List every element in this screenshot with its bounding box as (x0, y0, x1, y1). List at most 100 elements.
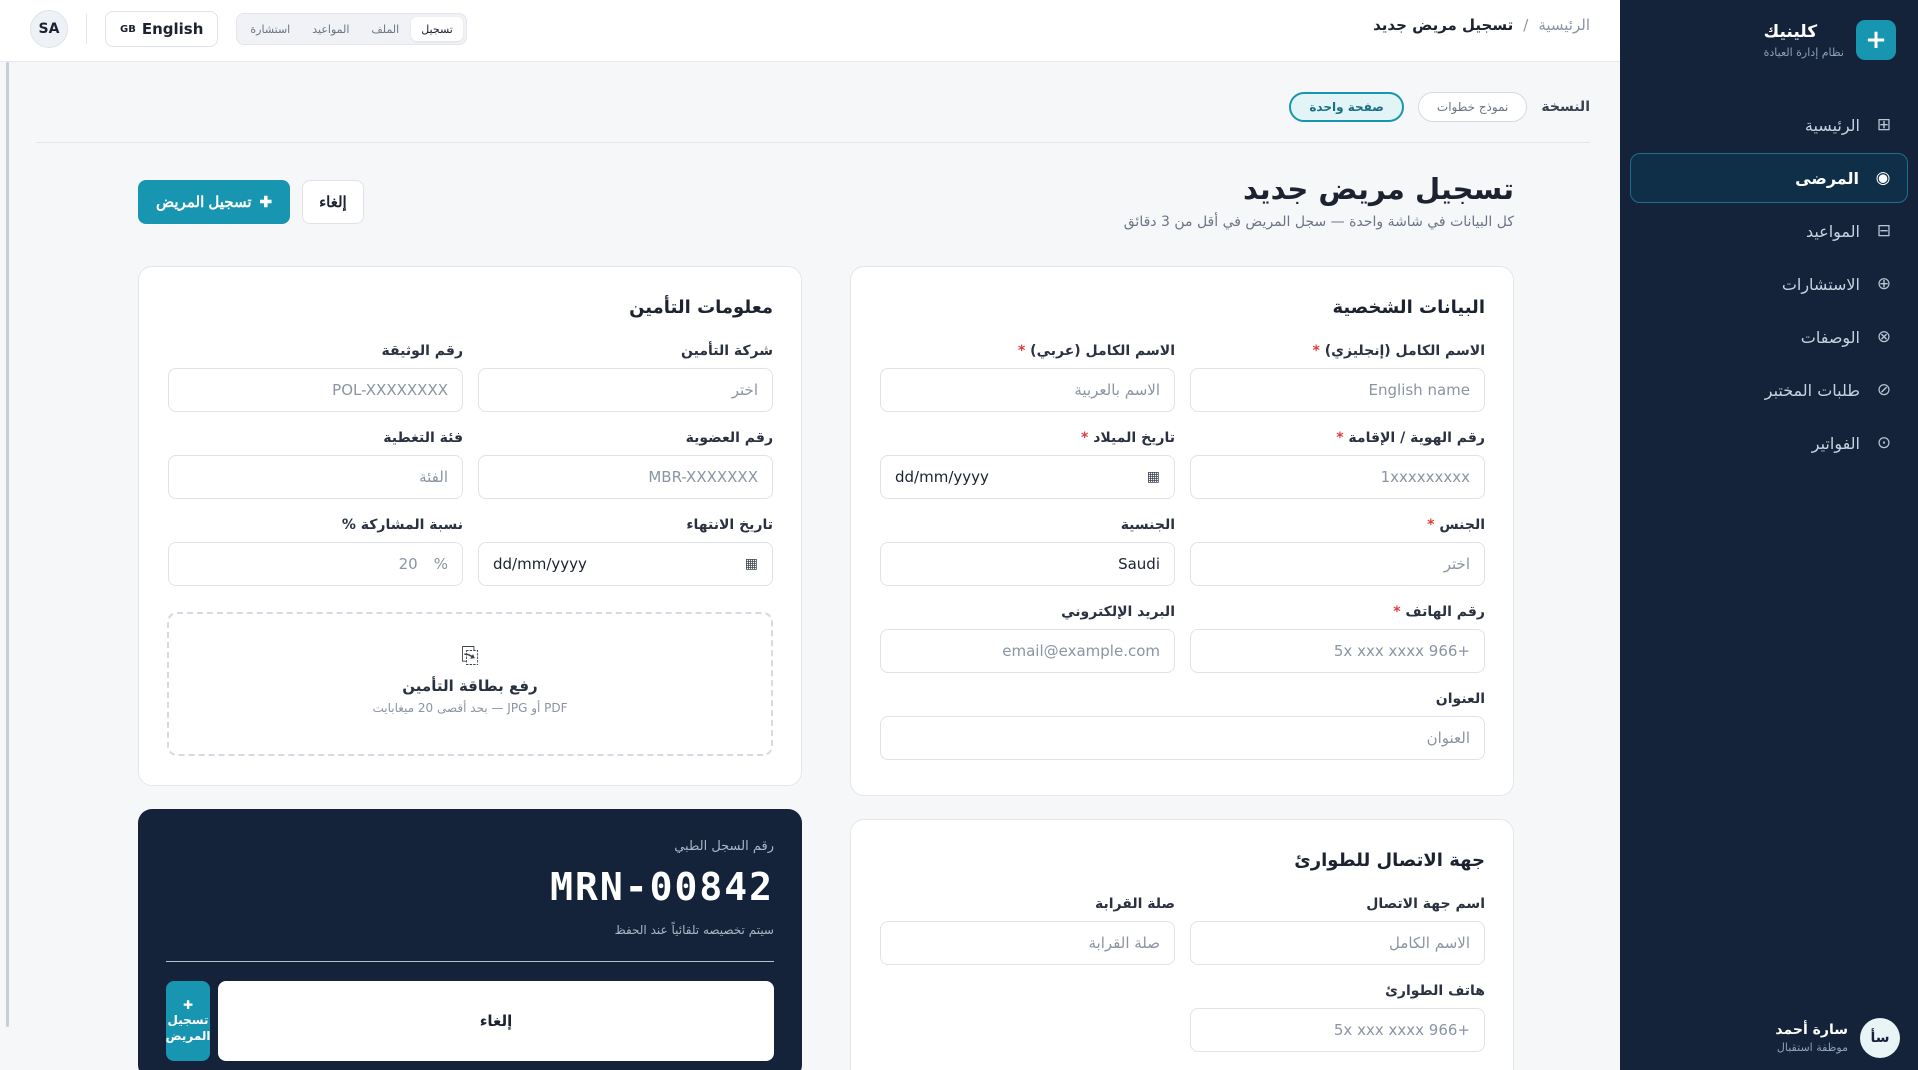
cancel-button[interactable]: إلغاء (302, 180, 364, 224)
nationality-value: Saudi (1118, 555, 1160, 573)
upload-hint: PDF أو JPG — بحد أقصى 20 ميغابايت (372, 701, 568, 715)
breadcrumb-separator: / (1523, 16, 1529, 34)
flag-icon: GB (120, 23, 136, 35)
brand-logo-icon: + (1856, 20, 1896, 60)
emergency-name-input[interactable]: الاسم الكامل (1190, 921, 1485, 965)
coverage-class-field: فئة التغطية الفئة (168, 430, 463, 499)
personal-info-title: البيانات الشخصية (1332, 297, 1485, 318)
mrn-register-button[interactable]: ✚ تسجيل المريض (165, 981, 211, 1061)
emergency-phone-input[interactable]: +966 5x xxx xxxx (1190, 1008, 1485, 1052)
page-subtitle: كل البيانات في شاشة واحدة — سجل المريض ف… (1123, 214, 1514, 230)
calendar-icon: ⊟ (1876, 221, 1892, 241)
calendar-icon[interactable]: ▦ (745, 556, 758, 572)
globe-icon: ⊕ (1876, 274, 1892, 294)
policy-number-input[interactable]: POL-XXXXXXXX (168, 368, 463, 412)
nationality-field: الجنسية Saudi (880, 517, 1175, 586)
coverage-class-input[interactable]: الفئة (168, 455, 463, 499)
email-placeholder: email@example.com (1002, 642, 1160, 660)
sidebar-item-label: المرضى (1795, 168, 1859, 188)
insurance-company-placeholder: اختر (731, 381, 758, 399)
mrn-card: رقم السجل الطبي MRN-00842 سيتم تخصيصه تل… (138, 809, 802, 1070)
required-mark: * (1017, 343, 1026, 359)
personal-info-card: البيانات الشخصية الاسم الكامل (إنجليزي) … (850, 266, 1514, 796)
tab-register[interactable]: تسجيل (411, 17, 463, 41)
scrollbar[interactable] (6, 62, 9, 1027)
email-field: البريد الإلكتروني email@example.com (880, 604, 1175, 673)
language-switch-button[interactable]: GB English (105, 11, 219, 47)
sidebar-item-invoices[interactable]: ⊙ الفواتير (1630, 418, 1908, 468)
coverage-class-label: فئة التغطية (383, 430, 463, 446)
member-number-label: رقم العضوية (685, 430, 773, 446)
relation-placeholder: صلة القرابة (1088, 934, 1161, 952)
current-user[interactable]: سأ سارة أحمد موظفة استقبال (1775, 1018, 1900, 1058)
expiry-date-field: تاريخ الانتهاء dd/mm/yyyy ▦ (478, 517, 773, 586)
insurance-card-upload[interactable]: ⎘ رفع بطاقة التأمين PDF أو JPG — بحد أقص… (167, 612, 773, 756)
view-tabs: تسجيل الملف المواعيد استشارة (236, 13, 467, 45)
national-id-label: رقم الهوية / الإقامة (1348, 430, 1485, 446)
insurance-card: معلومات التأمين شركة التأمين اختر رقم ال… (138, 266, 802, 786)
insurance-company-select[interactable]: اختر (478, 368, 773, 412)
register-patient-button[interactable]: ✚ تسجيل المريض (138, 180, 291, 224)
mrn-note: سيتم تخصيصه تلقائياً عند الحفظ (614, 923, 774, 937)
policy-number-field: رقم الوثيقة POL-XXXXXXXX (168, 343, 463, 412)
name-ar-placeholder: الاسم بالعربية (1074, 381, 1160, 399)
nationality-label: الجنسية (1120, 517, 1175, 533)
address-input[interactable]: العنوان (880, 716, 1485, 760)
emergency-name-placeholder: الاسم الكامل (1388, 934, 1470, 952)
email-input[interactable]: email@example.com (880, 629, 1175, 673)
dob-value: dd/mm/yyyy (895, 468, 989, 486)
mrn-register-label: تسجيل المريض (165, 1013, 211, 1043)
user-badge[interactable]: SA (30, 10, 68, 48)
dob-field: تاريخ الميلاد * dd/mm/yyyy ▦ (880, 430, 1175, 499)
tab-profile[interactable]: الملف (361, 17, 409, 41)
copay-value: 20 (398, 555, 418, 573)
sidebar-item-lab-requests[interactable]: ⊘ طلبات المختبر (1630, 365, 1908, 415)
national-id-input[interactable]: 1xxxxxxxxx (1190, 455, 1485, 499)
copay-input[interactable]: 20 % (168, 542, 463, 586)
sidebar-item-consultations[interactable]: ⊕ الاستشارات (1630, 259, 1908, 309)
language-label: English (141, 20, 204, 38)
tab-consultation[interactable]: استشارة (240, 17, 300, 41)
version-option-steps[interactable]: نموذج خطوات (1417, 92, 1528, 122)
sidebar-item-label: الاستشارات (1781, 274, 1860, 294)
sidebar-item-appointments[interactable]: ⊟ المواعيد (1630, 206, 1908, 256)
mrn-cancel-button[interactable]: إلغاء (218, 981, 774, 1061)
expiry-date-input[interactable]: dd/mm/yyyy ▦ (478, 542, 773, 586)
version-option-single-page[interactable]: صفحة واحدة (1289, 92, 1404, 122)
breadcrumb: الرئيسية / تسجيل مريض جديد (1373, 16, 1590, 34)
gender-label: الجنس (1439, 517, 1485, 533)
plus-icon: ✚ (259, 194, 273, 211)
tab-appointments[interactable]: المواعيد (302, 17, 359, 41)
sidebar-item-patients[interactable]: ◉ المرضى (1630, 153, 1908, 203)
required-mark: * (1336, 430, 1344, 446)
sidebar-item-label: الفواتير (1811, 433, 1860, 453)
dob-input[interactable]: dd/mm/yyyy ▦ (880, 455, 1175, 499)
brand-subtitle: نظام إدارة العيادة (1763, 45, 1844, 59)
required-mark: * (1427, 517, 1435, 533)
relation-input[interactable]: صلة القرابة (880, 921, 1175, 965)
gender-select[interactable]: اختر (1190, 542, 1485, 586)
phone-field: رقم الهاتف * +966 5x xxx xxxx (1190, 604, 1485, 673)
phone-input[interactable]: +966 5x xxx xxxx (1190, 629, 1485, 673)
gender-field: الجنس * اختر (1190, 517, 1485, 586)
member-number-input[interactable]: MBR-XXXXXXX (478, 455, 773, 499)
name-ar-input[interactable]: الاسم بالعربية (880, 368, 1175, 412)
sidebar: + كلينيك نظام إدارة العيادة ⊞ الرئيسية ◉… (1620, 0, 1918, 1070)
sidebar-item-prescriptions[interactable]: ⊗ الوصفات (1630, 312, 1908, 362)
phone-label: رقم الهاتف (1405, 604, 1485, 620)
divider (166, 961, 774, 962)
percent-unit: % (433, 555, 448, 573)
name-en-input[interactable]: English name (1190, 368, 1485, 412)
dob-label: تاريخ الميلاد (1093, 430, 1175, 446)
version-selector: النسخة نموذج خطوات صفحة واحدة (36, 92, 1590, 143)
calendar-icon[interactable]: ▦ (1147, 469, 1160, 485)
address-label: العنوان (1435, 691, 1485, 707)
national-id-field: رقم الهوية / الإقامة * 1xxxxxxxxx (1190, 430, 1485, 499)
breadcrumb-home[interactable]: الرئيسية (1538, 16, 1590, 34)
sidebar-item-home[interactable]: ⊞ الرئيسية (1630, 100, 1908, 150)
name-en-placeholder: English name (1368, 381, 1470, 399)
brand[interactable]: + كلينيك نظام إدارة العيادة (1764, 20, 1896, 60)
emergency-phone-label: هاتف الطوارئ (1385, 983, 1485, 999)
nationality-input[interactable]: Saudi (880, 542, 1175, 586)
target-icon: ◉ (1875, 168, 1891, 188)
